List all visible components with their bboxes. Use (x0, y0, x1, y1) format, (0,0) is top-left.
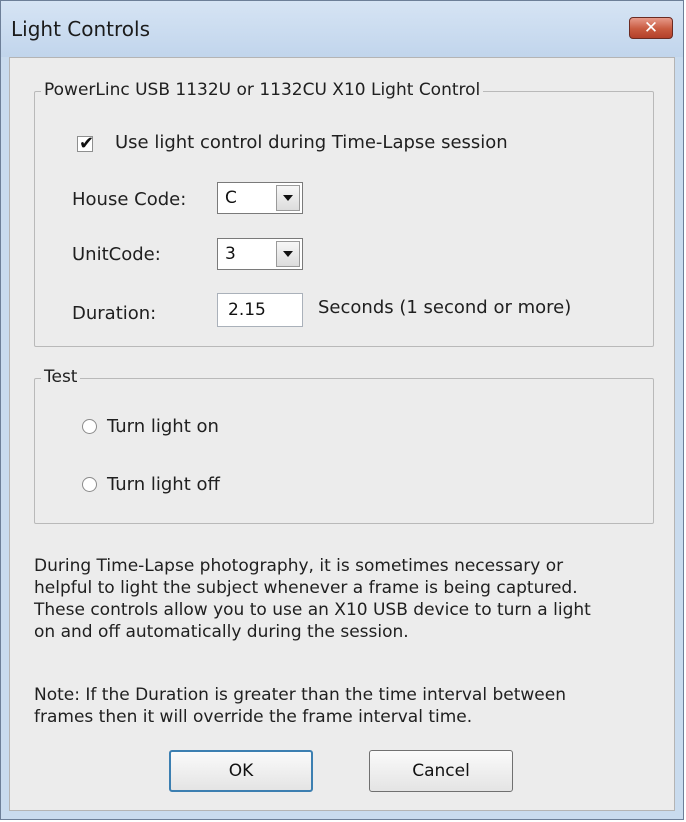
dialog-client-area: PowerLinc USB 1132U or 1132CU X10 Light … (9, 57, 675, 811)
ok-button[interactable]: OK (169, 750, 313, 792)
house-code-select[interactable]: C (217, 182, 303, 214)
unit-code-label: UnitCode: (72, 244, 161, 265)
close-button[interactable]: ✕ (629, 17, 673, 39)
duration-label: Duration: (72, 303, 157, 324)
description-text: During Time-Lapse photography, it is som… (34, 556, 591, 642)
turn-light-off-radio[interactable] (82, 477, 97, 492)
close-icon: ✕ (643, 18, 659, 38)
cancel-button[interactable]: Cancel (369, 750, 513, 792)
dialog-window: Light Controls ✕ PowerLinc USB 1132U or … (0, 0, 684, 820)
house-code-label: House Code: (72, 189, 187, 210)
turn-light-on-radio[interactable] (82, 419, 97, 434)
unit-code-select[interactable]: 3 (217, 238, 303, 270)
unit-code-value: 3 (225, 244, 236, 264)
test-group: Test Turn light on Turn light off (34, 367, 654, 524)
test-group-legend: Test (41, 367, 81, 387)
duration-hint: Seconds (1 second or more) (318, 297, 572, 318)
duration-input[interactable]: 2.15 (217, 293, 303, 327)
checkmark-icon: ✔ (79, 133, 95, 154)
note-text: Note: If the Duration is greater than th… (34, 685, 566, 727)
turn-light-on-label[interactable]: Turn light on (107, 416, 219, 437)
chevron-down-icon[interactable] (276, 185, 300, 211)
x10-group-legend: PowerLinc USB 1132U or 1132CU X10 Light … (41, 80, 484, 100)
turn-light-off-label[interactable]: Turn light off (107, 474, 220, 495)
window-title: Light Controls (11, 17, 150, 41)
use-light-control-checkbox[interactable]: ✔ (77, 133, 94, 154)
x10-light-control-group: PowerLinc USB 1132U or 1132CU X10 Light … (34, 80, 654, 347)
house-code-value: C (225, 188, 237, 208)
use-light-control-label[interactable]: Use light control during Time-Lapse sess… (115, 132, 508, 153)
chevron-down-icon[interactable] (276, 241, 300, 267)
title-bar[interactable]: Light Controls ✕ (1, 1, 683, 57)
